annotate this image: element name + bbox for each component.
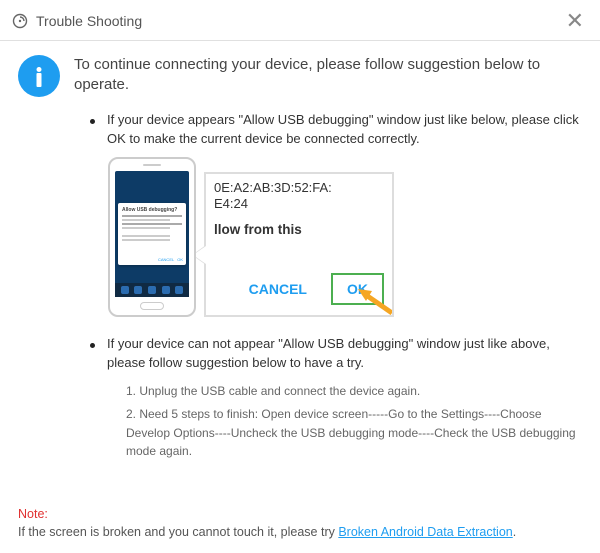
phone-popup-title: Allow USB debugging? bbox=[122, 207, 182, 213]
bullet-item: If your device can not appear "Allow USB… bbox=[90, 335, 582, 373]
info-icon bbox=[18, 55, 60, 97]
ok-button[interactable]: OK bbox=[331, 273, 384, 305]
phone-popup: Allow USB debugging? CANCELOK bbox=[118, 203, 186, 265]
app-icon bbox=[12, 13, 28, 29]
step-2: 2. Need 5 steps to finish: Open device s… bbox=[126, 405, 582, 461]
mac-line-1: 0E:A2:AB:3D:52:FA: bbox=[206, 174, 392, 196]
zoom-panel: 0E:A2:AB:3D:52:FA: E4:24 llow from this … bbox=[204, 172, 394, 317]
note-body-prefix: If the screen is broken and you cannot t… bbox=[18, 525, 338, 539]
bullet-list: If your device appears "Allow USB debugg… bbox=[90, 111, 582, 149]
close-icon[interactable]: ✕ bbox=[566, 10, 584, 32]
bullet-2-text: If your device can not appear "Allow USB… bbox=[107, 335, 582, 373]
heading-row: To continue connecting your device, plea… bbox=[18, 55, 582, 97]
content-area: To continue connecting your device, plea… bbox=[0, 41, 600, 461]
phone-mockup: Allow USB debugging? CANCELOK bbox=[108, 157, 196, 317]
bullet-list-2: If your device can not appear "Allow USB… bbox=[90, 335, 582, 373]
broken-android-link[interactable]: Broken Android Data Extraction bbox=[338, 525, 512, 539]
step-1: 1. Unplug the USB cable and connect the … bbox=[126, 382, 582, 401]
note-body-suffix: . bbox=[513, 525, 516, 539]
heading-text: To continue connecting your device, plea… bbox=[74, 55, 582, 96]
window-title: Trouble Shooting bbox=[36, 13, 142, 29]
illustration: Allow USB debugging? CANCELOK 0E:A2:AB:3… bbox=[108, 157, 582, 317]
bullet-item: If your device appears "Allow USB debugg… bbox=[90, 111, 582, 149]
zoom-question: llow from this bbox=[206, 212, 392, 237]
bullet-1-text: If your device appears "Allow USB debugg… bbox=[107, 111, 582, 149]
mac-line-2: E4:24 bbox=[206, 196, 392, 212]
bullet-dot-icon bbox=[90, 119, 95, 124]
titlebar: Trouble Shooting ✕ bbox=[0, 0, 600, 41]
bullet-dot-icon bbox=[90, 343, 95, 348]
title-left: Trouble Shooting bbox=[12, 13, 142, 29]
steps-list: 1. Unplug the USB cable and connect the … bbox=[126, 382, 582, 460]
note-block: Note: If the screen is broken and you ca… bbox=[18, 506, 582, 541]
note-title: Note: bbox=[18, 507, 48, 521]
cancel-button[interactable]: CANCEL bbox=[235, 275, 321, 303]
